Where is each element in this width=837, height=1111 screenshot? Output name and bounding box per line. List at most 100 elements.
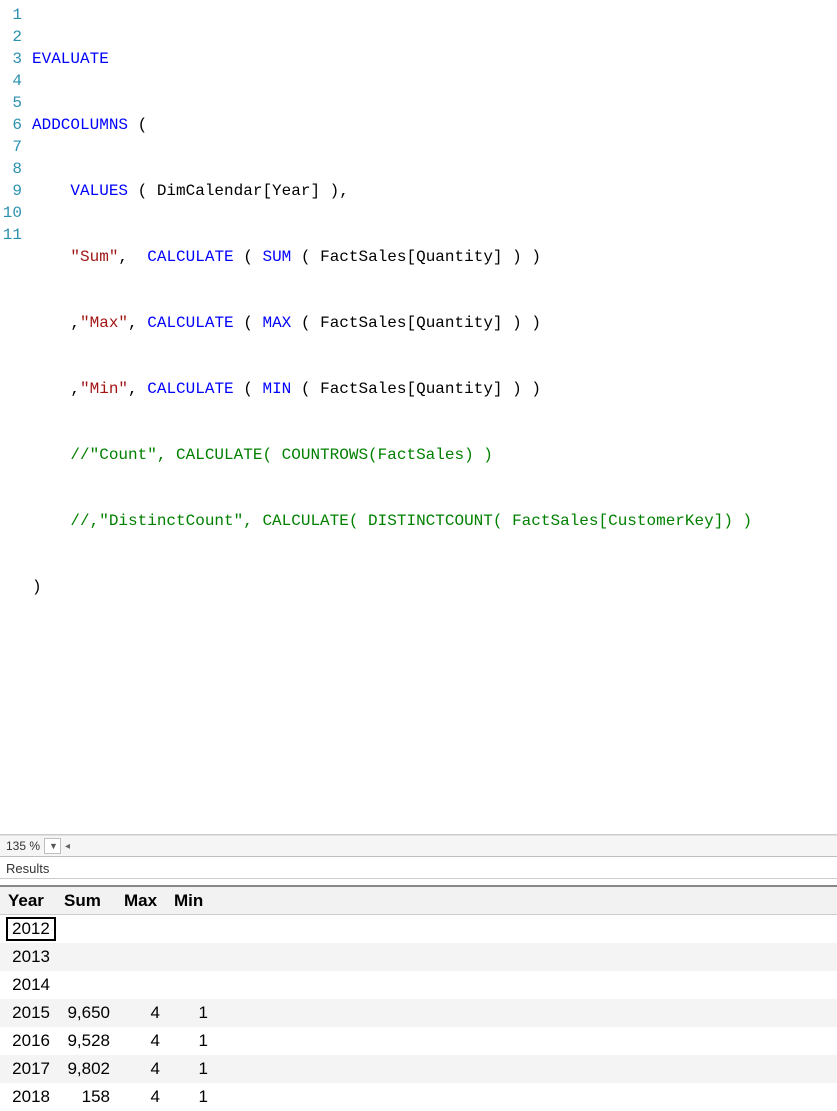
column-header-max[interactable]: Max (116, 889, 166, 913)
table-row[interactable]: 2012 (0, 915, 837, 943)
token-plain: ( (234, 314, 263, 332)
line-number: 1 (2, 4, 22, 26)
token-string: "Sum" (70, 248, 118, 266)
line-number: 10 (2, 202, 22, 224)
table-row[interactable]: 2016 9,528 4 1 (0, 1027, 837, 1055)
code-line[interactable]: //,"DistinctCount", CALCULATE( DISTINCTC… (32, 510, 833, 532)
token-plain (32, 182, 70, 200)
cell-year[interactable]: 2012 (0, 915, 56, 943)
token-keyword: CALCULATE (147, 248, 233, 266)
table-row[interactable]: 2014 (0, 971, 837, 999)
chevron-down-icon: ▼ (49, 841, 58, 851)
cell-max[interactable] (116, 983, 166, 987)
token-plain (32, 446, 70, 464)
cell-sum[interactable]: 9,528 (56, 1029, 116, 1053)
line-number: 3 (2, 48, 22, 70)
code-line[interactable]: ) (32, 576, 833, 598)
cell-year[interactable]: 2013 (0, 945, 56, 969)
token-plain: ( FactSales[Quantity] ) ) (291, 380, 541, 398)
table-row[interactable]: 2017 9,802 4 1 (0, 1055, 837, 1083)
column-header-sum[interactable]: Sum (56, 889, 116, 913)
cell-max[interactable]: 4 (116, 1001, 166, 1025)
cell-sum[interactable] (56, 927, 116, 931)
code-area[interactable]: EVALUATE ADDCOLUMNS ( VALUES ( DimCalend… (28, 0, 837, 834)
cell-max[interactable]: 4 (116, 1085, 166, 1109)
token-plain (32, 512, 70, 530)
cell-sum[interactable]: 9,650 (56, 1001, 116, 1025)
results-header-row[interactable]: Year Sum Max Min (0, 887, 837, 915)
token-plain (32, 248, 70, 266)
line-number: 4 (2, 70, 22, 92)
code-line[interactable]: VALUES ( DimCalendar[Year] ), (32, 180, 833, 202)
cell-sum[interactable] (56, 955, 116, 959)
token-plain: ) (32, 578, 42, 596)
token-plain: ( (234, 380, 263, 398)
cell-year[interactable]: 2018 (0, 1085, 56, 1109)
code-line[interactable]: "Sum", CALCULATE ( SUM ( FactSales[Quant… (32, 246, 833, 268)
code-line[interactable]: //"Count", CALCULATE( COUNTROWS(FactSale… (32, 444, 833, 466)
cell-year[interactable]: 2015 (0, 1001, 56, 1025)
cell-max[interactable]: 4 (116, 1029, 166, 1053)
token-plain: ( (234, 248, 263, 266)
token-keyword: ADDCOLUMNS (32, 116, 128, 134)
token-comment: //,"DistinctCount", CALCULATE( DISTINCTC… (70, 512, 752, 530)
cell-max[interactable] (116, 955, 166, 959)
code-line[interactable]: ,"Max", CALCULATE ( MAX ( FactSales[Quan… (32, 312, 833, 334)
code-line[interactable] (32, 642, 833, 664)
column-header-min[interactable]: Min (166, 889, 214, 913)
token-keyword: VALUES (70, 182, 128, 200)
token-string: "Max" (80, 314, 128, 332)
column-header-year[interactable]: Year (0, 889, 56, 913)
zoom-dropdown[interactable]: ▼ (44, 838, 61, 854)
cell-year[interactable]: 2016 (0, 1029, 56, 1053)
code-line[interactable]: EVALUATE (32, 48, 833, 70)
cell-year[interactable]: 2014 (0, 973, 56, 997)
line-number-gutter: 1 2 3 4 5 6 7 8 9 10 11 (0, 0, 28, 834)
line-number: 11 (2, 224, 22, 246)
token-plain: ( FactSales[Quantity] ) ) (291, 248, 541, 266)
cell-min[interactable] (166, 955, 214, 959)
code-line[interactable]: ADDCOLUMNS ( (32, 114, 833, 136)
token-plain: , (32, 314, 80, 332)
cell-min[interactable]: 1 (166, 1057, 214, 1081)
token-string: "Min" (80, 380, 128, 398)
token-comment: //"Count", CALCULATE( COUNTROWS(FactSale… (70, 446, 492, 464)
token-plain: , (118, 248, 147, 266)
token-plain: ( (128, 116, 147, 134)
cell-sum[interactable] (56, 983, 116, 987)
scroll-left-icon[interactable]: ◂ (65, 841, 70, 852)
token-plain: ( DimCalendar[Year] ), (128, 182, 349, 200)
cell-max[interactable] (116, 927, 166, 931)
cell-min[interactable] (166, 983, 214, 987)
code-line[interactable] (32, 708, 833, 730)
token-plain: , (128, 314, 147, 332)
table-row[interactable]: 2013 (0, 943, 837, 971)
code-line[interactable]: ,"Min", CALCULATE ( MIN ( FactSales[Quan… (32, 378, 833, 400)
cell-sum[interactable]: 9,802 (56, 1057, 116, 1081)
zoom-bar: 135 % ▼ ◂ (0, 835, 837, 857)
line-number: 7 (2, 136, 22, 158)
cell-min[interactable]: 1 (166, 1085, 214, 1109)
cell-max[interactable]: 4 (116, 1057, 166, 1081)
code-editor[interactable]: 1 2 3 4 5 6 7 8 9 10 11 EVALUATE ADDCOLU… (0, 0, 837, 835)
results-panel-label: Results (0, 857, 837, 879)
selected-cell[interactable]: 2012 (6, 917, 56, 941)
cell-sum[interactable]: 158 (56, 1085, 116, 1109)
cell-min[interactable] (166, 927, 214, 931)
line-number: 5 (2, 92, 22, 114)
cell-min[interactable]: 1 (166, 1001, 214, 1025)
token-plain: ( FactSales[Quantity] ) ) (291, 314, 541, 332)
line-number: 9 (2, 180, 22, 202)
table-row[interactable]: 2018 158 4 1 (0, 1083, 837, 1111)
cell-min[interactable]: 1 (166, 1029, 214, 1053)
token-keyword: SUM (262, 248, 291, 266)
cell-year[interactable]: 2017 (0, 1057, 56, 1081)
token-keyword: CALCULATE (147, 314, 233, 332)
line-number: 2 (2, 26, 22, 48)
zoom-value: 135 % (6, 839, 40, 853)
token-plain: , (32, 380, 80, 398)
token-keyword: MAX (262, 314, 291, 332)
table-row[interactable]: 2015 9,650 4 1 (0, 999, 837, 1027)
results-grid[interactable]: Year Sum Max Min 2012 2013 2014 2015 9,6… (0, 885, 837, 1111)
token-keyword: EVALUATE (32, 50, 109, 68)
